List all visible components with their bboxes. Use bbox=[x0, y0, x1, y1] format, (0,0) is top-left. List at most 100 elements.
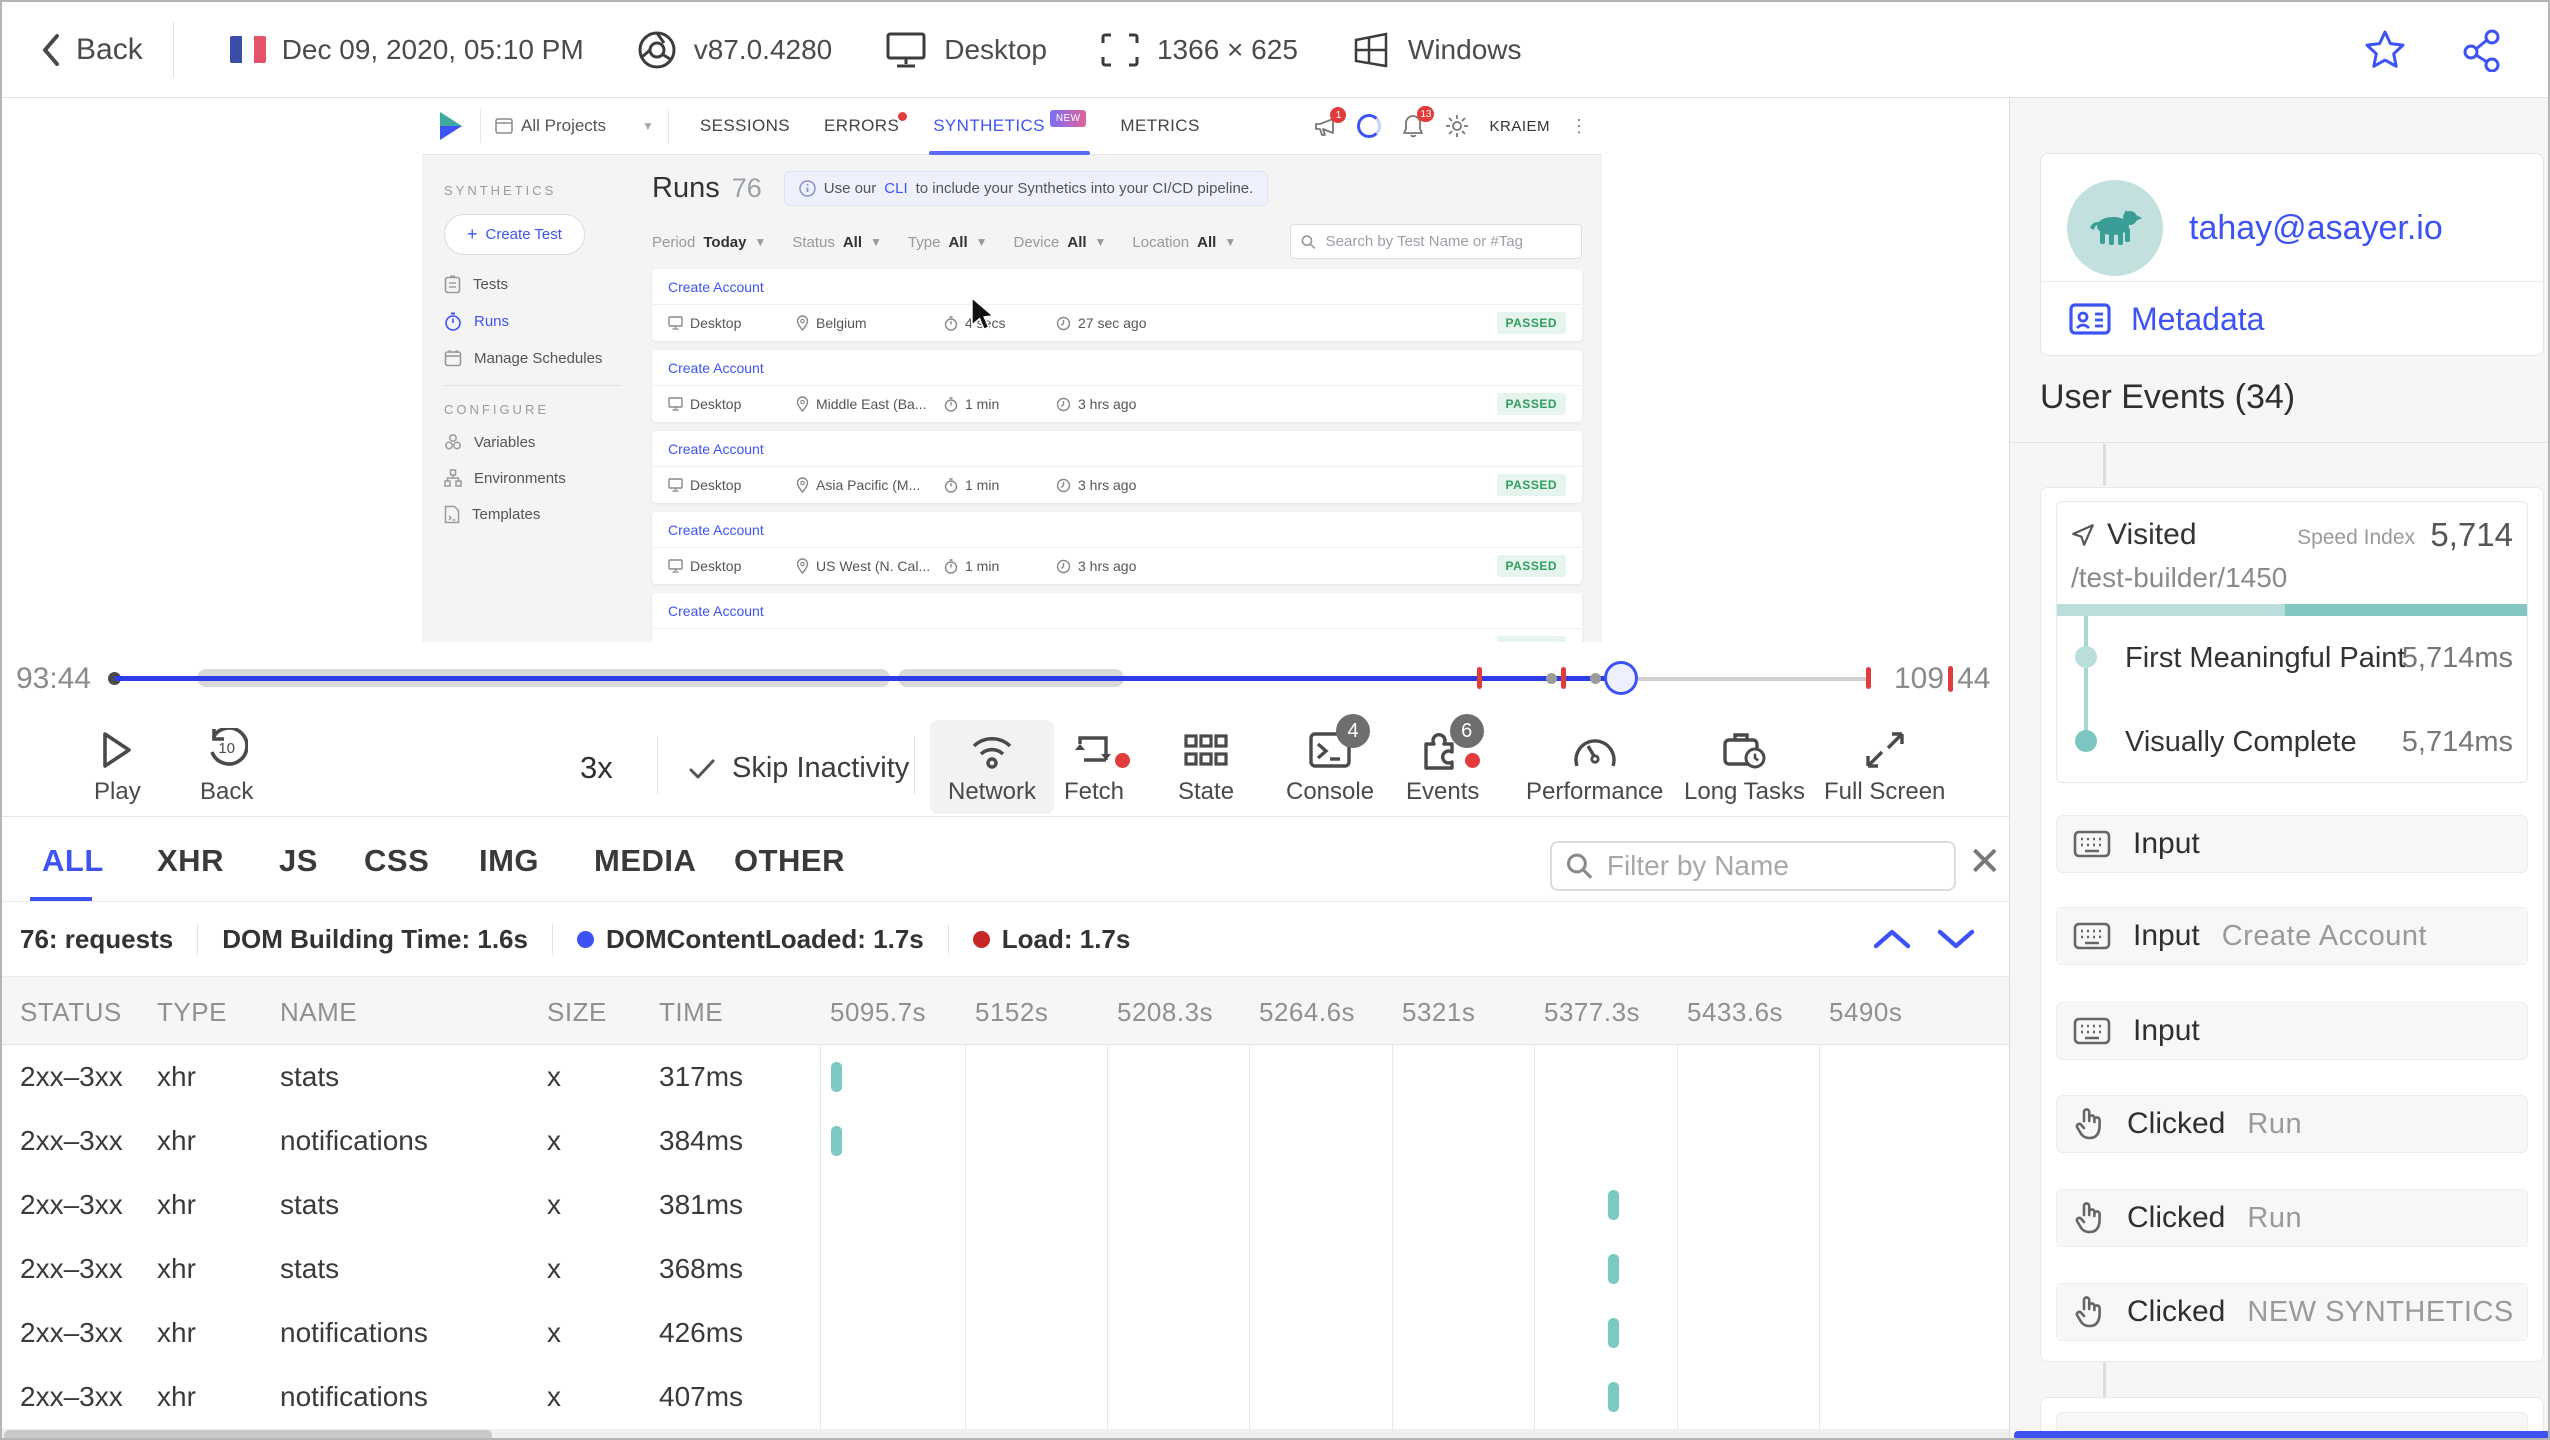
run-duration: 1 min bbox=[965, 558, 1000, 574]
user-email[interactable]: tahay@asayer.io bbox=[2189, 209, 2443, 248]
create-test-button[interactable]: + Create Test bbox=[444, 214, 585, 255]
gear-icon[interactable] bbox=[1445, 114, 1469, 138]
app-tab-metrics[interactable]: METRICS bbox=[1120, 98, 1199, 155]
tab-all[interactable]: ALL bbox=[42, 843, 104, 879]
event-row-input[interactable]: Input bbox=[2056, 1002, 2528, 1060]
col-type[interactable]: TYPE bbox=[157, 997, 227, 1028]
run-card[interactable]: Create Account Desktop Asia Pacific (M..… bbox=[652, 431, 1582, 503]
scrollbar-thumb[interactable] bbox=[4, 1430, 492, 1438]
back-10s-button[interactable]: 10 Back bbox=[200, 726, 253, 806]
load-dot-icon bbox=[972, 930, 990, 948]
run-card[interactable]: Create Account Desktop US West (N. Cal..… bbox=[652, 512, 1582, 584]
network-toggle[interactable]: Network bbox=[930, 720, 1055, 814]
fetch-toggle[interactable]: Fetch bbox=[1064, 726, 1131, 806]
app-tab-sessions[interactable]: SESSIONS bbox=[700, 98, 790, 155]
run-device: Desktop bbox=[690, 315, 742, 331]
network-request-row[interactable]: 2xx–3xx xhr notifications x 426ms bbox=[2, 1301, 2009, 1365]
filter-box bbox=[1550, 841, 1956, 891]
performance-toggle[interactable]: Performance bbox=[1526, 726, 1663, 806]
sidebar-scroll-indicator[interactable] bbox=[2014, 1431, 2548, 1438]
visited-url: /test-builder/1450 bbox=[2071, 562, 2288, 593]
event-row-clicked[interactable]: Clicked Run bbox=[2056, 1095, 2528, 1153]
event-row-input[interactable]: Input bbox=[2056, 815, 2528, 873]
events-toggle[interactable]: 6 Events bbox=[1406, 714, 1484, 806]
network-request-row[interactable]: 2xx–3xx xhr notifications x 384ms bbox=[2, 1109, 2009, 1173]
share-icon[interactable] bbox=[2460, 28, 2504, 72]
back-button[interactable]: Back bbox=[40, 32, 143, 68]
run-card[interactable]: Create Account Desktop Belgium 4 secs 27… bbox=[652, 269, 1582, 341]
run-name-link[interactable]: Create Account bbox=[652, 350, 1582, 386]
sidebar-item-runs[interactable]: Runs bbox=[444, 312, 640, 331]
rewind-count: 10 bbox=[218, 740, 236, 757]
filter-location[interactable]: Location All ▼ bbox=[1132, 234, 1236, 251]
speed-button[interactable]: 3x bbox=[580, 750, 613, 786]
filter-status[interactable]: Status All ▼ bbox=[792, 234, 882, 251]
time-tick: 5490s bbox=[1829, 997, 1903, 1027]
run-card[interactable]: Create Account PASSED bbox=[652, 593, 1582, 642]
fetch-icon bbox=[1075, 736, 1112, 762]
skip-inactivity-toggle[interactable]: Skip Inactivity bbox=[688, 752, 909, 785]
network-request-row[interactable]: 2xx–3xx xhr stats x 368ms bbox=[2, 1237, 2009, 1301]
tab-css[interactable]: CSS bbox=[364, 843, 429, 879]
kebab-menu-icon[interactable]: ⋮ bbox=[1570, 116, 1588, 137]
tab-other[interactable]: OTHER bbox=[734, 843, 845, 879]
event-row-clicked[interactable]: Clicked NEW SYNTHETICS bbox=[2056, 1283, 2528, 1341]
run-name-link[interactable]: Create Account bbox=[652, 593, 1582, 629]
network-request-row[interactable]: 2xx–3xx xhr notifications x 407ms bbox=[2, 1365, 2009, 1429]
perf-bar-dark bbox=[2285, 604, 2527, 616]
app-tab-errors[interactable]: ERRORS bbox=[824, 98, 908, 155]
sidebar-item-variables[interactable]: Variables bbox=[444, 433, 640, 451]
full-screen-toggle[interactable]: Full Screen bbox=[1824, 726, 1945, 806]
visited-event-card[interactable]: Visited Speed Index 5,714 /test-builder/… bbox=[2056, 501, 2528, 783]
jump-down-icon[interactable] bbox=[1934, 924, 1978, 954]
request-type: xhr bbox=[157, 1317, 196, 1348]
app-tab-synthetics[interactable]: SYNTHETICS NEW bbox=[929, 98, 1091, 155]
run-name-link[interactable]: Create Account bbox=[652, 512, 1582, 548]
tab-img[interactable]: IMG bbox=[479, 843, 539, 879]
monitor-icon bbox=[668, 397, 683, 411]
sidebar-item-environments[interactable]: Environments bbox=[444, 469, 640, 487]
sidebar-item-tests[interactable]: Tests bbox=[444, 275, 640, 294]
network-request-row[interactable]: 2xx–3xx xhr stats x 381ms bbox=[2, 1173, 2009, 1237]
run-card[interactable]: Create Account Desktop Middle East (Ba..… bbox=[652, 350, 1582, 422]
filter-type[interactable]: Type All ▼ bbox=[908, 234, 988, 251]
filter-device[interactable]: Device All ▼ bbox=[1014, 234, 1107, 251]
test-search-input[interactable] bbox=[1323, 232, 1571, 251]
long-tasks-toggle[interactable]: Long Tasks bbox=[1684, 726, 1805, 806]
tab-xhr[interactable]: XHR bbox=[157, 843, 224, 879]
notifications-button[interactable]: 13 bbox=[1401, 106, 1435, 139]
network-request-row[interactable]: 2xx–3xx xhr stats x 317ms bbox=[2, 1045, 2009, 1109]
event-row-input[interactable]: Input Create Account bbox=[2056, 907, 2528, 965]
sidebar-item-templates[interactable]: Templates bbox=[444, 505, 640, 524]
col-size[interactable]: SIZE bbox=[547, 997, 607, 1028]
request-name: stats bbox=[280, 1061, 340, 1092]
waterfall-bar bbox=[1608, 1190, 1619, 1220]
jump-up-icon[interactable] bbox=[1870, 924, 1914, 954]
chevron-down-icon: ▼ bbox=[1094, 235, 1107, 249]
request-type: xhr bbox=[157, 1125, 196, 1156]
filter-period[interactable]: Period Today ▼ bbox=[652, 234, 766, 251]
run-name-link[interactable]: Create Account bbox=[652, 431, 1582, 467]
sidebar-item-manage-schedules[interactable]: Manage Schedules bbox=[444, 349, 640, 367]
tab-media[interactable]: MEDIA bbox=[594, 843, 696, 879]
run-name-link[interactable]: Create Account bbox=[652, 269, 1582, 305]
filter-by-name-input[interactable] bbox=[1604, 849, 1940, 883]
horizontal-scrollbar[interactable] bbox=[2, 1429, 2009, 1438]
console-toggle[interactable]: 4 Console bbox=[1286, 714, 1374, 806]
tab-js[interactable]: JS bbox=[279, 843, 318, 879]
metadata-button[interactable]: Metadata bbox=[2041, 282, 2543, 356]
cli-link[interactable]: CLI bbox=[884, 180, 907, 197]
favorite-star-icon[interactable] bbox=[2362, 28, 2408, 72]
event-row-clicked[interactable]: Clicked Run bbox=[2056, 1189, 2528, 1247]
col-name[interactable]: NAME bbox=[280, 997, 357, 1028]
col-status[interactable]: STATUS bbox=[20, 997, 122, 1028]
timeline-scrubber-handle[interactable] bbox=[1604, 661, 1638, 695]
project-selector[interactable]: All Projects ▼ bbox=[495, 116, 654, 136]
col-time[interactable]: TIME bbox=[659, 997, 723, 1028]
app-username[interactable]: KRAIEM bbox=[1489, 118, 1550, 135]
state-toggle[interactable]: State bbox=[1178, 726, 1234, 806]
play-button[interactable]: Play bbox=[94, 726, 141, 806]
close-panel-icon[interactable]: ✕ bbox=[1968, 839, 2002, 885]
announcements-button[interactable]: 1 bbox=[1313, 107, 1347, 138]
player-timeline[interactable]: 93:44 109 44 bbox=[2, 642, 2009, 714]
